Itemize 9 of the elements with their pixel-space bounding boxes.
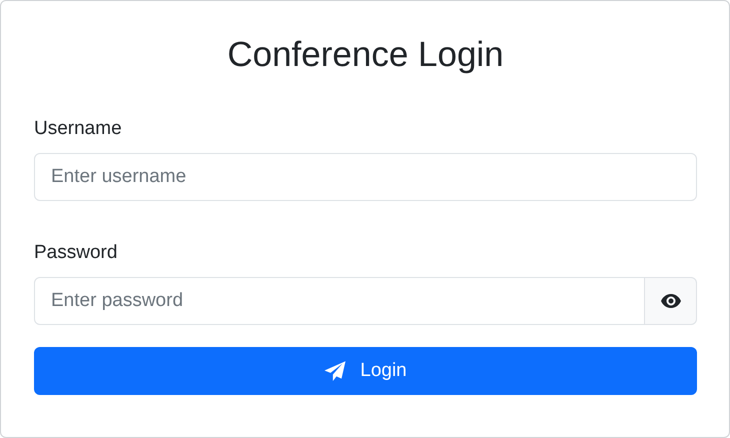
show-password-button[interactable] xyxy=(645,277,697,325)
paper-plane-icon xyxy=(324,361,346,381)
field-label: Password xyxy=(34,241,118,265)
username-field[interactable]: Enter username xyxy=(34,153,697,201)
login-button[interactable]: Login xyxy=(34,347,697,395)
field-label: Username xyxy=(34,117,123,141)
password-field[interactable]: Enter password xyxy=(34,277,645,325)
eye-icon xyxy=(660,294,680,308)
form-title: Conference Login xyxy=(226,34,505,76)
